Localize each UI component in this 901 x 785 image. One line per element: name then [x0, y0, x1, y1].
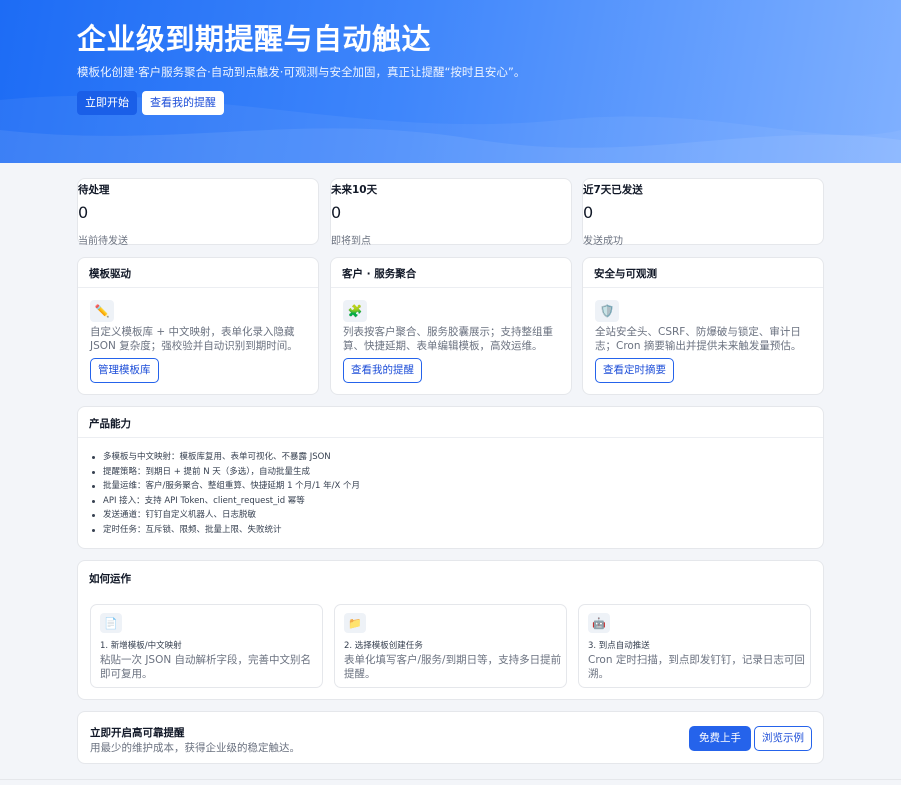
feature-card-security: 安全与可观测 🛡️ 全站安全头、CSRF、防爆破与锁定、审计日志；Cron 摘要…	[582, 257, 824, 395]
stat-card-next-10-days: 未来10天 0 即将到点	[330, 178, 572, 247]
pencil-icon: ✏️	[90, 300, 114, 322]
cta-title: 立即开启高可靠提醒	[90, 727, 185, 739]
hero-subtitle: 模板化创建·客户服务聚合·自动到点触发·可观测与安全加固，真正让提醒“按时且安心…	[77, 65, 526, 79]
hero-title: 企业级到期提醒与自动触达	[77, 22, 432, 56]
feature-card-template: 模板驱动 ✏️ 自定义模板库 + 中文映射，表单化录入隐藏 JSON 复杂度；强…	[77, 257, 319, 395]
stat-value: 0	[331, 203, 342, 222]
stat-card-pending: 待处理 0 当前待发送	[77, 178, 319, 247]
capability-item: 定时任务：互斥锁、限频、批量上限、失败统计	[91, 523, 360, 538]
step-title: 1. 新增模板/中文映射	[100, 641, 182, 651]
capabilities-list: 多模板与中文映射：模板库复用、表单可视化、不暴露 JSON 提醒策略：到期日 +…	[91, 450, 360, 538]
stat-value: 0	[78, 203, 89, 222]
feature-description: 全站安全头、CSRF、防爆破与锁定、审计日志；Cron 摘要输出并提供未来触发量…	[595, 326, 802, 352]
footer-divider	[0, 779, 901, 780]
step-card-auto-push: 🤖 3. 到点自动推送 Cron 定时扫描，到点即发钉钉，记录日志可回溯。	[578, 604, 811, 688]
capability-item: 发送通道：钉钉自定义机器人、日志脱敏	[91, 508, 360, 523]
view-cron-summary-button[interactable]: 查看定时摘要	[595, 358, 674, 383]
capabilities-title: 产品能力	[78, 407, 823, 438]
robot-icon: 🤖	[588, 613, 610, 633]
step-description: 表单化填写客户/服务/到期日等，支持多日提前提醒。	[344, 654, 562, 680]
capability-item: API 接入：支持 API Token、client_request_id 幂等	[91, 494, 360, 509]
capability-item: 多模板与中文映射：模板库复用、表单可视化、不暴露 JSON	[91, 450, 360, 465]
cta-subtitle: 用最少的维护成本，获得企业级的稳定触达。	[90, 742, 300, 754]
capabilities-section: 产品能力 多模板与中文映射：模板库复用、表单可视化、不暴露 JSON 提醒策略：…	[77, 406, 824, 549]
stat-card-sent-7-days: 近7天已发送 0 发送成功	[582, 178, 824, 247]
step-description: Cron 定时扫描，到点即发钉钉，记录日志可回溯。	[588, 654, 805, 680]
cta-banner: 立即开启高可靠提醒 用最少的维护成本，获得企业级的稳定触达。 免费上手 浏览示例	[77, 711, 824, 764]
feature-card-customer-service: 客户 · 服务聚合 🧩 列表按客户聚合、服务胶囊展示；支持整组重算、快捷延期、表…	[330, 257, 572, 395]
how-it-works-title: 如何运作	[89, 573, 131, 585]
document-icon: 📄	[100, 613, 122, 633]
shield-icon: 🛡️	[595, 300, 619, 322]
stat-label: 待处理	[78, 184, 110, 196]
step-card-new-template: 📄 1. 新增模板/中文映射 粘贴一次 JSON 自动解析字段，完善中文别名即可…	[90, 604, 323, 688]
stat-caption: 即将到点	[331, 236, 371, 247]
step-card-create-task: 📁 2. 选择模板创建任务 表单化填写客户/服务/到期日等，支持多日提前提醒。	[334, 604, 567, 688]
step-description: 粘贴一次 JSON 自动解析字段，完善中文别名即可复用。	[100, 654, 312, 680]
step-title: 3. 到点自动推送	[588, 641, 650, 651]
browse-examples-button[interactable]: 浏览示例	[754, 726, 812, 751]
start-now-button[interactable]: 立即开始	[77, 91, 137, 115]
puzzle-icon: 🧩	[343, 300, 367, 322]
stat-value: 0	[583, 203, 594, 222]
feature-description: 自定义模板库 + 中文映射，表单化录入隐藏 JSON 复杂度；强校验并自动识别到…	[90, 326, 298, 352]
step-title: 2. 选择模板创建任务	[344, 641, 423, 651]
view-my-reminders-button[interactable]: 查看我的提醒	[142, 91, 224, 115]
feature-title: 客户 · 服务聚合	[331, 258, 571, 288]
stat-label: 近7天已发送	[583, 184, 643, 196]
stat-caption: 当前待发送	[78, 236, 128, 247]
feature-description: 列表按客户聚合、服务胶囊展示；支持整组重算、快捷延期、表单编辑模板，高效运维。	[343, 326, 553, 352]
stat-label: 未来10天	[331, 184, 378, 196]
folder-icon: 📁	[344, 613, 366, 633]
feature-title: 安全与可观测	[583, 258, 823, 288]
manage-template-library-button[interactable]: 管理模板库	[90, 358, 159, 383]
feature-title: 模板驱动	[78, 258, 318, 288]
view-my-reminders-card-button[interactable]: 查看我的提醒	[343, 358, 422, 383]
stat-caption: 发送成功	[583, 236, 623, 247]
capability-item: 批量运维：客户/服务聚合、整组重算、快捷延期 1 个月/1 年/X 个月	[91, 479, 360, 494]
capability-item: 提醒策略：到期日 + 提前 N 天（多选），自动批量生成	[91, 465, 360, 480]
how-it-works-section: 如何运作 📄 1. 新增模板/中文映射 粘贴一次 JSON 自动解析字段，完善中…	[77, 560, 824, 700]
free-start-button[interactable]: 免费上手	[689, 726, 751, 751]
hero-banner: 企业级到期提醒与自动触达 模板化创建·客户服务聚合·自动到点触发·可观测与安全加…	[0, 0, 901, 163]
